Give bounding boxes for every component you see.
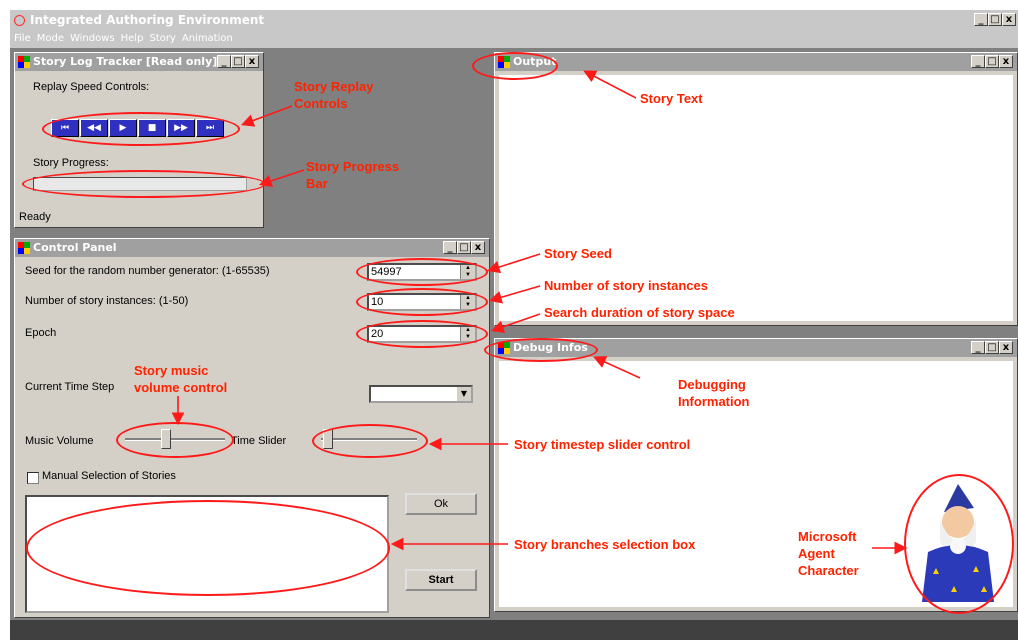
- app-minimize-button[interactable]: _: [974, 13, 988, 26]
- progress-bar-highlight: [22, 170, 266, 198]
- app-maximize-button[interactable]: □: [988, 13, 1002, 26]
- app-logo-icon: [14, 15, 25, 26]
- window-app-icon: [18, 242, 30, 254]
- annotation-instances: Number of story instances: [544, 278, 708, 293]
- app-titlebar: Integrated Authoring Environment _ □ x: [10, 10, 1018, 30]
- menu-bar: File Mode Windows Help Story Animation: [10, 30, 1018, 48]
- app-title: Integrated Authoring Environment: [30, 13, 265, 27]
- menu-file[interactable]: File: [14, 33, 31, 44]
- output-maximize-button[interactable]: □: [985, 55, 999, 68]
- epoch-label: Epoch: [25, 327, 57, 339]
- log-tracker-close-button[interactable]: x: [245, 55, 259, 68]
- output-close-button[interactable]: x: [999, 55, 1013, 68]
- annotation-debug: Debugging Information: [678, 377, 750, 409]
- instances-label: Number of story instances: (1-50): [25, 295, 189, 307]
- debug-maximize-button[interactable]: □: [985, 341, 999, 354]
- debug-title-highlight: [484, 338, 598, 362]
- seed-label: Seed for the random number generator: (1…: [25, 265, 270, 277]
- time-slider-highlight: [312, 424, 428, 458]
- log-tracker-titlebar: Story Log Tracker [Read only] _ □ x: [15, 53, 263, 71]
- replay-speed-label: Replay Speed Controls:: [33, 81, 150, 93]
- time-slider-label: Time Slider: [231, 435, 287, 447]
- time-step-dropdown[interactable]: ▼: [369, 385, 473, 403]
- app-close-button[interactable]: x: [1002, 13, 1016, 26]
- control-panel-minimize-button[interactable]: _: [443, 241, 457, 254]
- annotation-story-text: Story Text: [640, 91, 703, 106]
- menu-mode[interactable]: Mode: [37, 33, 64, 44]
- menu-windows[interactable]: Windows: [70, 33, 115, 44]
- annotation-search: Search duration of story space: [544, 305, 735, 320]
- output-title-highlight: [472, 52, 558, 80]
- instances-highlight: [356, 288, 488, 316]
- annotation-replay: Story Replay Controls: [294, 79, 374, 111]
- music-slider-highlight: [116, 422, 234, 458]
- output-titlebar: Output _ □ x: [495, 53, 1017, 71]
- annotation-branches: Story branches selection box: [514, 537, 696, 552]
- app-statusbar: [10, 620, 1018, 640]
- current-time-step-label: Current Time Step: [25, 381, 115, 393]
- window-app-icon: [18, 56, 30, 68]
- annotation-progress: Story Progress Bar: [306, 159, 400, 191]
- control-panel-maximize-button[interactable]: □: [457, 241, 471, 254]
- control-panel-titlebar: Control Panel _ □ x: [15, 239, 489, 257]
- start-button[interactable]: Start: [405, 569, 477, 591]
- menu-help[interactable]: Help: [121, 33, 144, 44]
- ok-button[interactable]: Ok: [405, 493, 477, 515]
- manual-selection-checkbox[interactable]: [27, 472, 39, 484]
- annotation-seed: Story Seed: [544, 246, 612, 261]
- menu-story[interactable]: Story: [149, 33, 175, 44]
- annotation-timestep: Story timestep slider control: [514, 437, 691, 452]
- music-volume-label: Music Volume: [25, 435, 94, 447]
- agent-highlight: [904, 474, 1014, 614]
- status-text: Ready: [19, 211, 51, 223]
- epoch-highlight: [356, 320, 488, 348]
- annotation-music: Story music volume control: [134, 363, 228, 395]
- log-tracker-maximize-button[interactable]: □: [231, 55, 245, 68]
- debug-close-button[interactable]: x: [999, 341, 1013, 354]
- log-tracker-title: Story Log Tracker [Read only]: [33, 55, 218, 68]
- output-minimize-button[interactable]: _: [971, 55, 985, 68]
- branches-list-highlight: [26, 500, 390, 596]
- manual-selection-label: Manual Selection of Stories: [42, 470, 176, 482]
- annotation-agent: Microsoft Agent Character: [798, 529, 859, 578]
- control-panel-close-button[interactable]: x: [471, 241, 485, 254]
- chevron-down-icon[interactable]: ▼: [457, 387, 471, 401]
- story-progress-label: Story Progress:: [33, 157, 109, 169]
- log-tracker-minimize-button[interactable]: _: [217, 55, 231, 68]
- menu-animation[interactable]: Animation: [182, 33, 233, 44]
- debug-minimize-button[interactable]: _: [971, 341, 985, 354]
- seed-highlight: [356, 258, 488, 286]
- control-panel-title: Control Panel: [33, 241, 117, 254]
- replay-controls-highlight: [42, 112, 240, 146]
